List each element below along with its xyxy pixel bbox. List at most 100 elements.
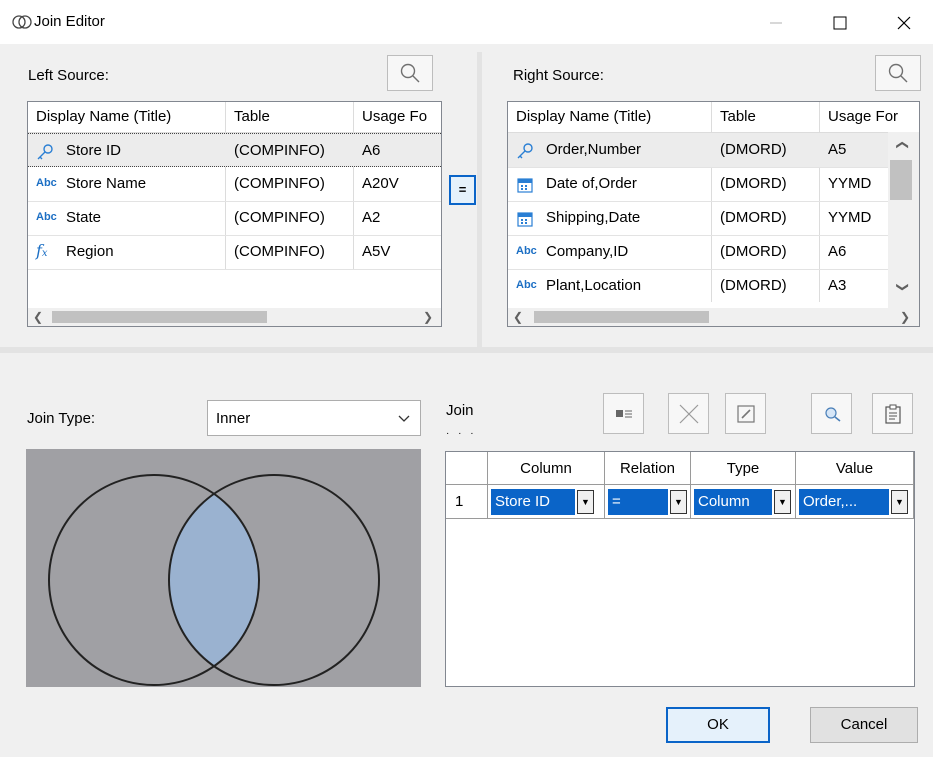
table-row[interactable]: Order,Number (DMORD) A5 — [508, 133, 888, 168]
cell-name: Plant,Location — [546, 277, 642, 294]
clipboard-button[interactable] — [872, 393, 913, 434]
cell-table: (DMORD) — [720, 175, 787, 192]
horizontal-scrollbar[interactable]: ❮ ❯ — [28, 308, 441, 326]
right-search-button[interactable] — [875, 55, 921, 91]
dropdown-arrow-icon[interactable]: ▼ — [670, 490, 687, 514]
relation-value: = — [608, 489, 668, 515]
table-row[interactable]: Abc Store Name (COMPINFO) A20V — [28, 167, 441, 202]
cell-name: Shipping,Date — [546, 209, 641, 226]
value-cell[interactable]: Order,... ▼ — [796, 485, 914, 519]
find-icon — [824, 406, 840, 422]
delete-button[interactable] — [668, 393, 709, 434]
right-source-grid: Display Name (Title) Table Usage For Ord… — [507, 101, 920, 327]
edit-button[interactable] — [725, 393, 766, 434]
scroll-up-icon[interactable]: ❮ — [896, 140, 910, 150]
delete-icon — [679, 404, 698, 423]
scroll-down-icon[interactable]: ❯ — [896, 282, 910, 292]
cell-usage: YYMD — [828, 175, 872, 192]
column-header[interactable]: Table — [712, 102, 819, 132]
right-source-label: Right Source: — [513, 67, 604, 84]
table-row[interactable]: Abc Plant,Location (DMORD) A3 — [508, 269, 888, 303]
horizontal-scrollbar[interactable]: ❮ ❯ — [508, 308, 919, 326]
calendar-icon — [517, 178, 533, 193]
cell-name: Store Name — [66, 175, 147, 192]
table-row[interactable]: fx Region (COMPINFO) A5V — [28, 235, 441, 270]
column-header[interactable]: Usage For — [820, 102, 903, 132]
table-row[interactable]: Shipping,Date (DMORD) YYMD — [508, 201, 888, 236]
join-conditions-grid: Column Relation Type Value 1 Store ID ▼ … — [445, 451, 915, 687]
cell-usage: A6 — [362, 142, 381, 159]
cell-table: (COMPINFO) — [234, 243, 325, 260]
relation-cell[interactable]: = ▼ — [605, 485, 691, 519]
join-type-select[interactable]: Inner — [207, 400, 421, 436]
left-search-button[interactable] — [387, 55, 433, 91]
cell-usage: A6 — [828, 243, 847, 260]
column-value: Store ID — [491, 489, 575, 515]
cell-name: State — [66, 209, 102, 226]
cell-name: Date of,Order — [546, 175, 637, 192]
cell-table: (DMORD) — [720, 141, 787, 158]
column-header-type[interactable]: Type — [691, 452, 796, 485]
scroll-right-icon[interactable]: ❯ — [900, 310, 910, 324]
column-cell[interactable]: Store ID ▼ — [488, 485, 605, 519]
table-row[interactable]: Date of,Order (DMORD) YYMD — [508, 167, 888, 202]
join-conditions-label: Join — [446, 402, 474, 419]
table-row[interactable]: Abc State (COMPINFO) A2 — [28, 201, 441, 236]
dropdown-arrow-icon[interactable]: ▼ — [774, 490, 791, 514]
table-row[interactable]: Abc Company,ID (DMORD) A6 — [508, 235, 888, 270]
abc-icon: Abc — [516, 279, 537, 291]
splitter-vertical[interactable] — [477, 52, 482, 347]
chevron-down-icon — [398, 415, 410, 422]
splitter-horizontal[interactable] — [0, 347, 933, 353]
vertical-scrollbar[interactable]: ❮ ❯ — [888, 132, 919, 308]
row-number-header — [446, 452, 488, 485]
minimize-icon — [770, 22, 782, 24]
close-button[interactable] — [884, 8, 924, 38]
type-value: Column — [694, 489, 772, 515]
cell-name: Store ID — [66, 142, 122, 159]
cell-usage: A2 — [362, 209, 381, 226]
column-header-column[interactable]: Column — [488, 452, 605, 485]
table-row[interactable]: Store ID (COMPINFO) A6 — [28, 133, 441, 167]
key-icon — [517, 143, 533, 159]
value-value: Order,... — [799, 489, 889, 515]
window-title: Join Editor — [34, 13, 105, 30]
clipboard-icon — [884, 404, 901, 424]
function-icon: fx — [36, 241, 48, 260]
abc-icon: Abc — [36, 177, 57, 189]
find-button[interactable] — [811, 393, 852, 434]
properties-icon — [615, 409, 632, 417]
scrollbar-thumb[interactable] — [534, 311, 709, 323]
left-source-label: Left Source: — [28, 67, 109, 84]
cell-table: (DMORD) — [720, 209, 787, 226]
column-header-relation[interactable]: Relation — [605, 452, 691, 485]
scroll-right-icon[interactable]: ❯ — [423, 310, 433, 324]
calendar-icon — [517, 212, 533, 227]
scroll-left-icon[interactable]: ❮ — [513, 310, 523, 324]
cell-name: Region — [66, 243, 114, 260]
column-header-value[interactable]: Value — [796, 452, 914, 485]
column-header[interactable]: Usage Fo — [354, 102, 441, 132]
label-truncated: · · · — [446, 428, 477, 439]
join-icon — [12, 15, 32, 29]
type-cell[interactable]: Column ▼ — [691, 485, 796, 519]
cancel-button[interactable]: Cancel — [810, 707, 918, 743]
properties-button[interactable] — [603, 393, 644, 434]
scrollbar-thumb[interactable] — [52, 311, 267, 323]
cell-usage: A5V — [362, 243, 391, 260]
column-header[interactable]: Table — [226, 102, 353, 132]
minimize-button[interactable] — [756, 8, 796, 38]
scroll-left-icon[interactable]: ❮ — [33, 310, 43, 324]
ok-button[interactable]: OK — [666, 707, 770, 743]
column-header[interactable]: Display Name (Title) — [28, 102, 225, 132]
search-icon — [888, 63, 908, 83]
column-header[interactable]: Display Name (Title) — [508, 102, 711, 132]
dropdown-arrow-icon[interactable]: ▼ — [577, 490, 594, 514]
abc-icon: Abc — [516, 245, 537, 257]
dropdown-arrow-icon[interactable]: ▼ — [891, 490, 908, 514]
maximize-button[interactable] — [820, 8, 860, 38]
cell-table: (COMPINFO) — [234, 209, 325, 226]
close-icon — [897, 16, 911, 30]
scrollbar-thumb[interactable] — [890, 160, 912, 200]
equals-button[interactable]: = — [449, 175, 476, 205]
